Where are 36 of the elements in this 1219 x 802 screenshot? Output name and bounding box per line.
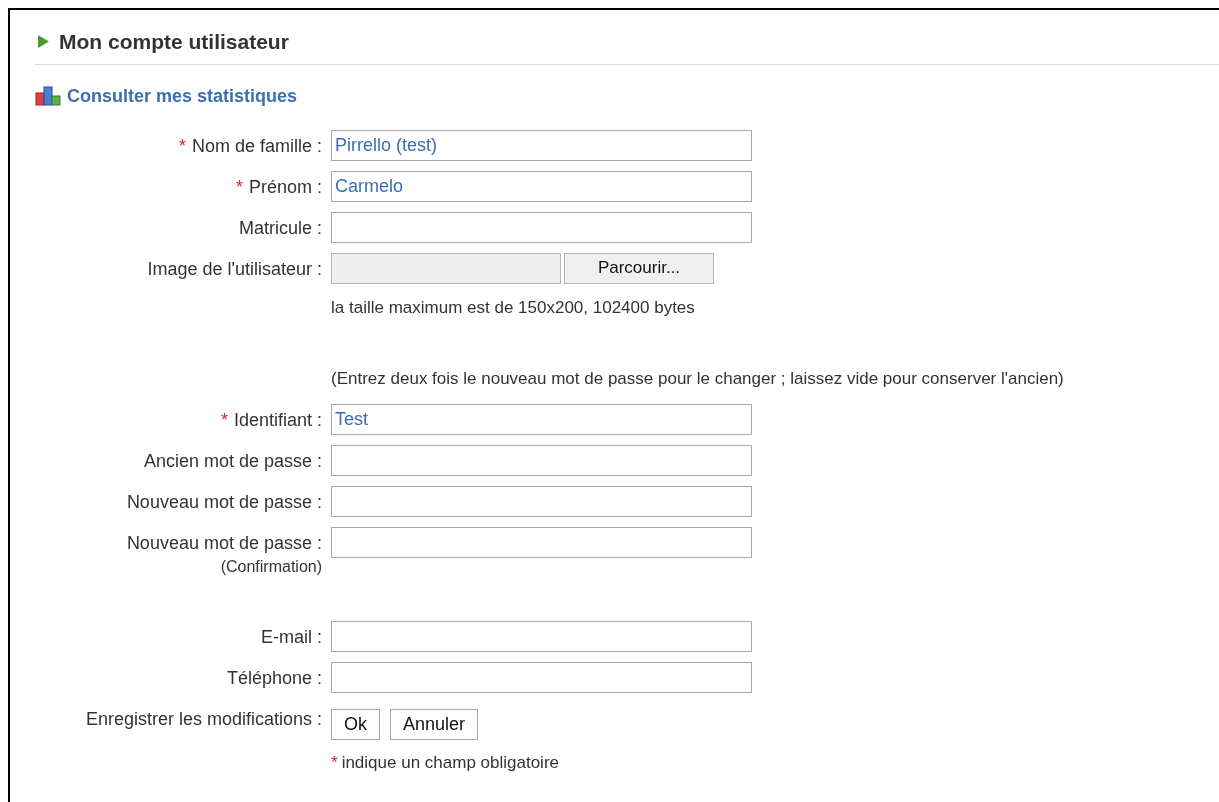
required-mark: * bbox=[331, 751, 338, 774]
text-field[interactable] bbox=[331, 444, 752, 476]
text-field[interactable]: Carmelo bbox=[331, 170, 752, 202]
bar-chart-icon bbox=[35, 86, 61, 106]
required-mark: * bbox=[178, 134, 186, 158]
form-button[interactable]: Annuler bbox=[390, 708, 479, 740]
field-label: Identifiant : bbox=[233, 408, 322, 432]
field-label: Nouveau mot de passe : bbox=[126, 490, 322, 514]
help-text: (Entrez deux fois le nouveau mot de passe pour le changer ; laissez vide pour conserver l'ancien) bbox=[331, 368, 1064, 388]
field-label: Matricule : bbox=[238, 216, 322, 240]
text-field[interactable]: Test bbox=[331, 403, 752, 435]
footnote-text: indique un champ obligatoire bbox=[341, 751, 559, 774]
section-title: Mon compte utilisateur bbox=[59, 29, 289, 55]
field-label: Ancien mot de passe : bbox=[143, 449, 322, 473]
text-field[interactable] bbox=[331, 661, 752, 693]
text-field[interactable] bbox=[331, 526, 752, 558]
field-label: Enregistrer les modifications : bbox=[85, 707, 322, 731]
field-label: E-mail : bbox=[261, 625, 322, 649]
statistics-link[interactable]: Consulter mes statistiques bbox=[67, 82, 298, 110]
field-label: Téléphone : bbox=[226, 666, 322, 690]
field-label: Nom de famille : bbox=[191, 134, 322, 158]
text-field[interactable] bbox=[331, 485, 752, 517]
help-text: la taille maximum est de 150x200, 102400 bytes bbox=[331, 297, 695, 317]
text-field[interactable] bbox=[331, 620, 752, 652]
browse-button[interactable]: Parcourir... bbox=[564, 252, 714, 284]
text-field[interactable] bbox=[331, 211, 752, 243]
triangle-icon bbox=[38, 35, 49, 49]
file-path-field[interactable] bbox=[331, 252, 561, 284]
required-mark: * bbox=[235, 175, 243, 199]
required-mark: * bbox=[220, 408, 228, 432]
field-label: Prénom : bbox=[248, 175, 322, 199]
field-sublabel: (Confirmation) bbox=[220, 556, 322, 577]
form-button[interactable]: Ok bbox=[331, 708, 380, 740]
text-field[interactable]: Pirrello (test) bbox=[331, 129, 752, 161]
field-label: Nouveau mot de passe : bbox=[126, 531, 322, 555]
field-label: Image de l'utilisateur : bbox=[147, 257, 322, 281]
